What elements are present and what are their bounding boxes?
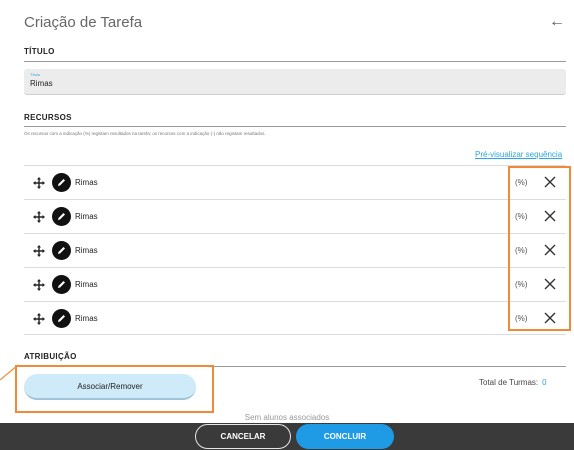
empty-assignment-text: Sem alunos associados <box>244 413 330 422</box>
preview-sequence-link[interactable]: Pré-visualizar sequência <box>475 150 562 159</box>
total-turmas-label: Total de Turmas: <box>479 378 539 387</box>
resource-indicator: (%) <box>515 314 528 323</box>
resource-name: Rimas <box>75 212 98 221</box>
atribuicao-heading: ATRIBUIÇÃO <box>24 352 77 361</box>
close-icon[interactable] <box>543 175 557 189</box>
title-field-value[interactable]: Rimas <box>30 79 53 88</box>
close-icon[interactable] <box>543 243 557 257</box>
resource-name: Rimas <box>75 314 98 323</box>
cancel-button[interactable]: CANCELAR <box>195 424 291 449</box>
move-arrows-icon[interactable] <box>33 278 45 291</box>
pencil-icon[interactable] <box>52 207 71 226</box>
recursos-note: Os recursos com a indicação (%) registam… <box>24 131 266 136</box>
resource-row: Rimas (%) <box>24 233 566 267</box>
pencil-icon[interactable] <box>52 173 71 192</box>
move-arrows-icon[interactable] <box>33 312 45 325</box>
resource-indicator: (%) <box>515 246 528 255</box>
resource-indicator: (%) <box>515 280 528 289</box>
recursos-divider <box>24 126 566 127</box>
titulo-heading: TÍTULO <box>24 47 55 56</box>
move-arrows-icon[interactable] <box>33 244 45 257</box>
resource-indicator: (%) <box>515 178 528 187</box>
page-title: Criação de Tarefa <box>24 14 143 31</box>
resource-row: Rimas (%) <box>24 199 566 233</box>
close-icon[interactable] <box>543 277 557 291</box>
pencil-icon[interactable] <box>52 275 71 294</box>
resource-row: Rimas (%) <box>24 267 566 301</box>
arrow-left-icon[interactable]: ← <box>549 14 565 30</box>
associate-remove-button[interactable]: Associar/Remover <box>24 374 196 400</box>
recursos-heading: RECURSOS <box>24 113 72 122</box>
titulo-divider <box>24 61 566 62</box>
close-icon[interactable] <box>543 209 557 223</box>
highlight-leader-line <box>0 364 19 380</box>
resource-list: Rimas (%) Rimas (%) Rimas (%) Rimas (%) Rimas (%) <box>24 165 566 335</box>
pencil-icon[interactable] <box>52 309 71 328</box>
title-field[interactable]: Título Rimas <box>24 69 566 95</box>
close-icon[interactable] <box>543 311 557 325</box>
resource-row: Rimas (%) <box>24 165 566 199</box>
atribuicao-divider <box>24 366 566 367</box>
total-turmas-count: 0 <box>542 378 547 387</box>
resource-name: Rimas <box>75 178 98 187</box>
move-arrows-icon[interactable] <box>33 210 45 223</box>
title-field-label: Título <box>30 72 41 77</box>
conclude-button[interactable]: CONCLUIR <box>296 424 394 449</box>
total-turmas: Total de Turmas: 0 <box>479 378 547 387</box>
move-arrows-icon[interactable] <box>33 176 45 189</box>
resource-row: Rimas (%) <box>24 301 566 335</box>
resource-indicator: (%) <box>515 212 528 221</box>
resource-name: Rimas <box>75 280 98 289</box>
pencil-icon[interactable] <box>52 241 71 260</box>
resource-name: Rimas <box>75 246 98 255</box>
